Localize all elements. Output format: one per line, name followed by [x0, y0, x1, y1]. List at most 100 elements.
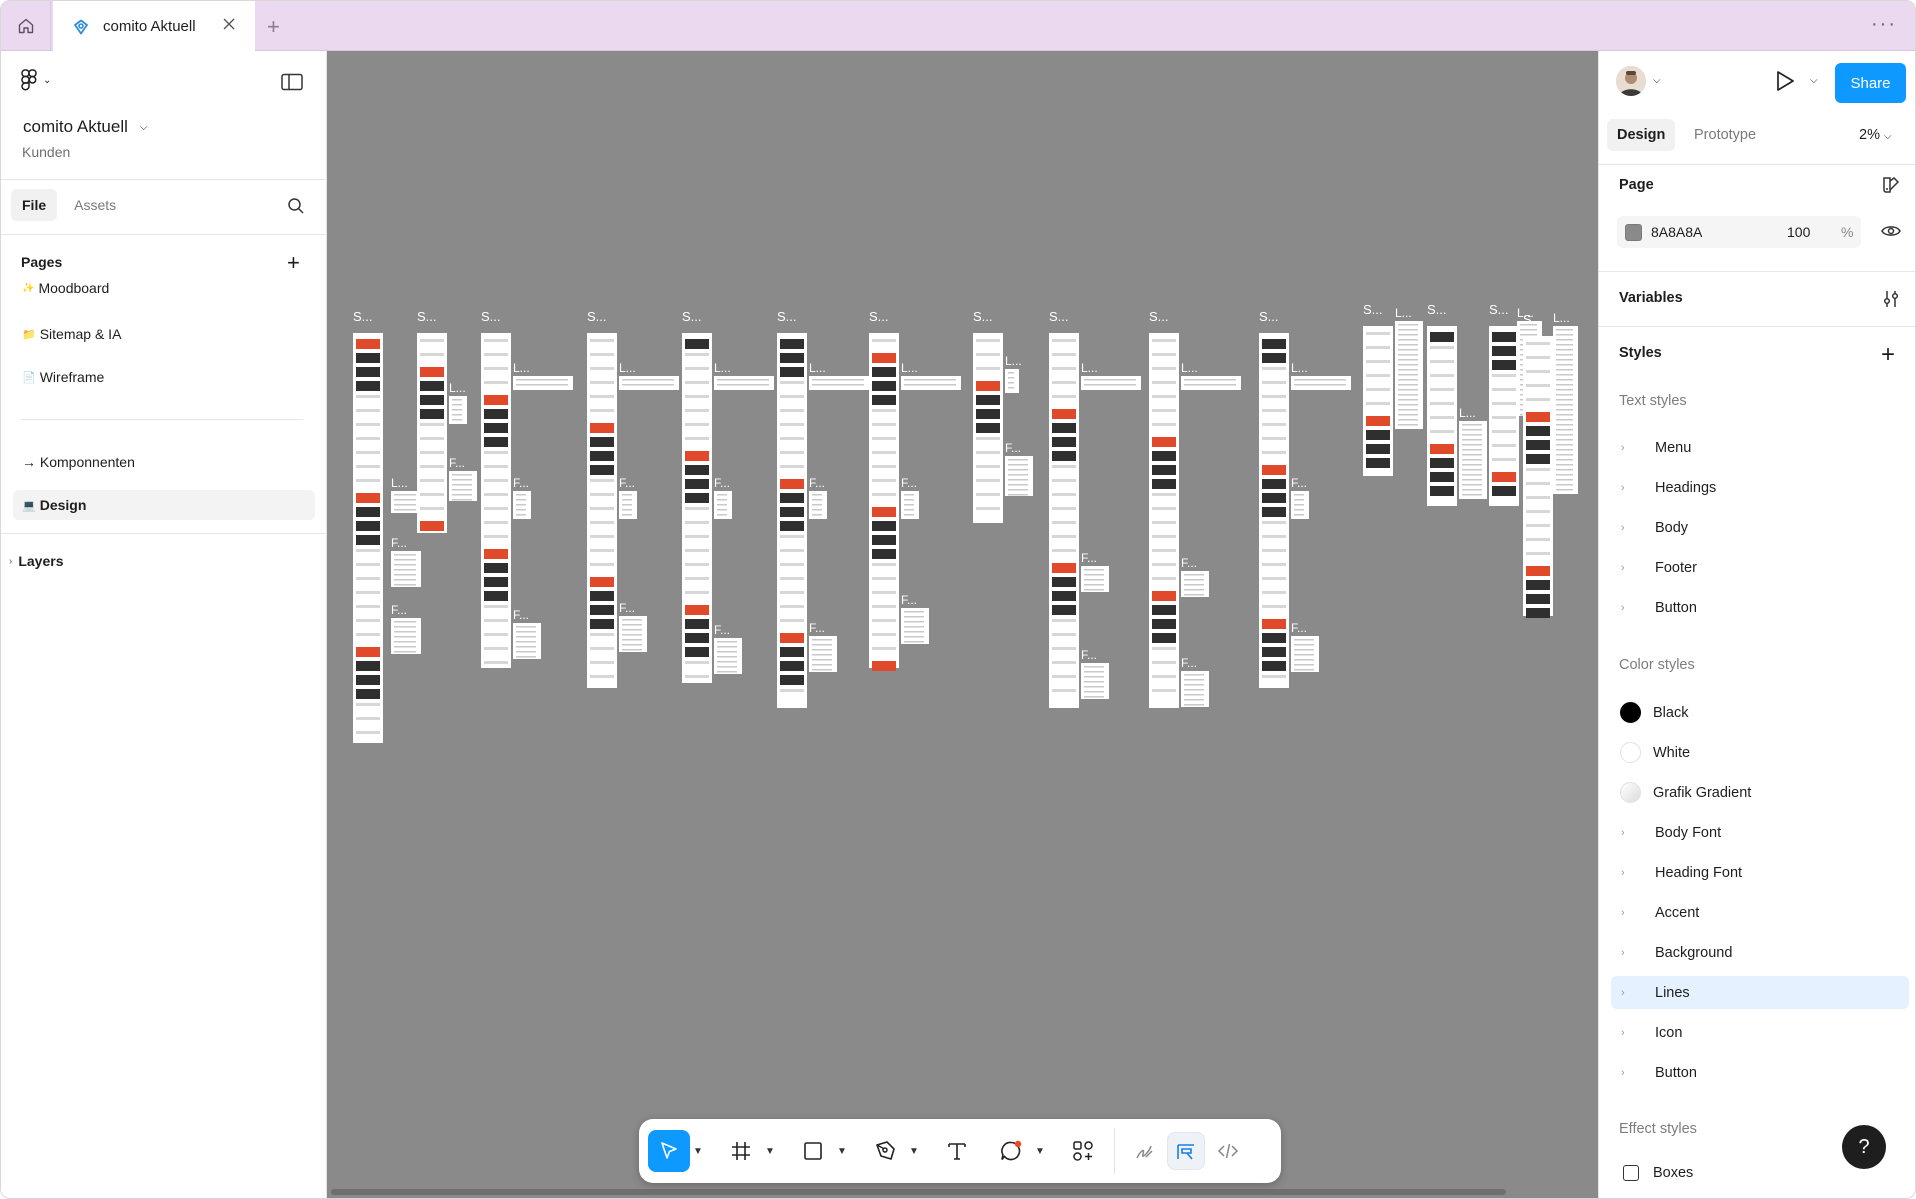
page-frame-group[interactable]: S... L... F... F... [1049, 309, 1141, 708]
comment-tool[interactable] [990, 1130, 1032, 1172]
file-tab[interactable]: comito Aktuell [53, 1, 255, 52]
style-group-heading-font[interactable]: › Heading Font [1611, 856, 1909, 889]
add-page-button[interactable]: + [287, 250, 300, 276]
frame-content-block [1052, 507, 1076, 510]
style-group-accent[interactable]: › Accent [1611, 896, 1909, 929]
home-button[interactable] [1, 1, 51, 51]
rectangle-tool[interactable] [792, 1130, 834, 1172]
page-color-hex[interactable]: 8A8A8A [1651, 224, 1702, 240]
chevron-down-icon[interactable]: ▼ [1032, 1146, 1048, 1157]
layers-section[interactable]: › Layers [9, 553, 64, 569]
draw-tool[interactable] [1125, 1132, 1163, 1170]
page-frame[interactable] [417, 333, 447, 533]
sub-frame-line [1556, 339, 1573, 341]
page-frame-group[interactable]: S... L... F... F... [869, 309, 961, 671]
page-frame-group[interactable]: S... L... F... [417, 309, 477, 533]
team-name[interactable]: Kunden [22, 144, 70, 160]
page-frame-group[interactable]: S... L... F... F... [1259, 309, 1351, 688]
page-item-komponnenten[interactable]: → Komponnenten [13, 447, 315, 477]
style-group-icon[interactable]: › Icon [1611, 1016, 1909, 1049]
tab-design[interactable]: Design [1607, 119, 1676, 151]
page-frame-group[interactable]: S... L... [1427, 302, 1487, 506]
page-frame-group[interactable]: S... L... [1523, 311, 1578, 618]
sub-frame[interactable] [1181, 376, 1241, 390]
chevron-down-icon[interactable]: ▼ [762, 1146, 778, 1157]
toggle-sidebar-button[interactable] [281, 73, 303, 96]
sub-frame[interactable] [1291, 376, 1351, 390]
page-color-swatch[interactable] [1625, 224, 1642, 241]
page-frame[interactable] [1149, 333, 1179, 708]
canvas-frames[interactable]: S... L... F... F... S... L... F... S... L... F...… [327, 51, 1598, 1199]
style-group-button[interactable]: › Button [1611, 591, 1909, 624]
main-menu-button[interactable]: ⌄ [21, 69, 51, 91]
page-frame-group[interactable]: S... L... F... F... [587, 309, 679, 688]
visibility-toggle[interactable] [1881, 223, 1901, 244]
chevron-down-icon[interactable]: ⌵ [1653, 75, 1661, 86]
style-group-lines[interactable]: › Lines [1611, 976, 1909, 1009]
sub-frame-line [622, 384, 674, 386]
add-style-button[interactable]: + [1881, 341, 1895, 369]
local-styles-button[interactable] [1881, 175, 1901, 200]
dev-mode-tool[interactable] [1209, 1132, 1247, 1170]
frame-tool[interactable] [720, 1130, 762, 1172]
frame-content-block [780, 605, 804, 608]
page-frame-group[interactable]: S... L... F... F... [353, 309, 421, 743]
sub-frame[interactable] [809, 376, 869, 390]
sub-frame[interactable] [513, 376, 573, 390]
zoom-dropdown[interactable]: 2% ⌵ [1859, 127, 1892, 143]
close-icon[interactable] [221, 16, 237, 32]
pen-tool[interactable] [864, 1130, 906, 1172]
chevron-down-icon[interactable]: ▼ [906, 1146, 922, 1157]
style-group-body[interactable]: › Body [1611, 511, 1909, 544]
frame-content-block [1492, 430, 1516, 433]
present-button[interactable] [1774, 69, 1796, 98]
share-button[interactable]: Share [1835, 63, 1906, 103]
actions-tool[interactable] [1062, 1130, 1104, 1172]
sub-frame[interactable] [619, 376, 679, 390]
page-opacity[interactable]: 100 [1787, 224, 1810, 240]
design-canvas[interactable]: S... L... F... F... S... L... F... S... L... F...… [327, 51, 1598, 1199]
file-name[interactable]: comito Aktuell ⌵ [23, 117, 147, 137]
sub-frame[interactable] [901, 376, 961, 390]
sub-frame[interactable] [1081, 376, 1141, 390]
style-group-footer[interactable]: › Footer [1611, 551, 1909, 584]
style-group-menu[interactable]: › Menu [1611, 431, 1909, 464]
tab-file[interactable]: File [11, 189, 58, 221]
help-button[interactable]: ? [1842, 1125, 1886, 1169]
more-button[interactable]: ··· [1871, 13, 1897, 36]
design-mode-tool[interactable] [1167, 1132, 1205, 1170]
tab-assets[interactable]: Assets [63, 189, 127, 221]
page-color-field[interactable]: 8A8A8A 100 % [1617, 216, 1861, 248]
avatar[interactable] [1616, 66, 1646, 96]
variables-button[interactable] [1881, 289, 1901, 314]
style-group-headings[interactable]: › Headings [1611, 471, 1909, 504]
chevron-down-icon[interactable]: ⌵ [1810, 75, 1818, 86]
page-item-design[interactable]: 💻 Design [13, 490, 315, 520]
new-tab-button[interactable]: + [267, 14, 280, 40]
page-frame-group[interactable]: S... L... F... F... [682, 309, 774, 683]
page-frame-group[interactable]: S... L... F... F... [481, 309, 573, 668]
text-tool[interactable] [936, 1130, 978, 1172]
page-item-wireframe[interactable]: 📄 Wireframe [13, 362, 315, 392]
sub-frame[interactable] [714, 376, 774, 390]
chevron-down-icon[interactable]: ▼ [690, 1146, 706, 1157]
color-style-black[interactable]: Black [1611, 696, 1909, 729]
page-frame[interactable] [1049, 333, 1079, 708]
page-item-sitemap[interactable]: 📁 Sitemap & IA [13, 319, 315, 349]
color-style-white[interactable]: White [1611, 736, 1909, 769]
style-group-background[interactable]: › Background [1611, 936, 1909, 969]
page-frame-group[interactable]: S... L... F... [973, 309, 1033, 523]
page-frame-group[interactable]: S... L... F... F... [777, 309, 869, 708]
color-style-grafik-gradient[interactable]: Grafik Gradient [1611, 776, 1909, 809]
style-group-button[interactable]: › Button [1611, 1056, 1909, 1089]
search-button[interactable] [287, 197, 305, 220]
move-tool[interactable] [648, 1130, 690, 1172]
style-group-body-font[interactable]: › Body Font [1611, 816, 1909, 849]
page-frame-group[interactable]: S... L... F... F... [1149, 309, 1241, 708]
page-frame-group[interactable]: S... L... [1363, 302, 1423, 476]
page-item-moodboard[interactable]: ✨ Moodboard [13, 277, 315, 299]
chevron-down-icon[interactable]: ▼ [834, 1146, 850, 1157]
styles-icon [1883, 177, 1900, 193]
horizontal-scrollbar[interactable] [331, 1189, 1506, 1195]
tab-prototype[interactable]: Prototype [1684, 119, 1766, 151]
